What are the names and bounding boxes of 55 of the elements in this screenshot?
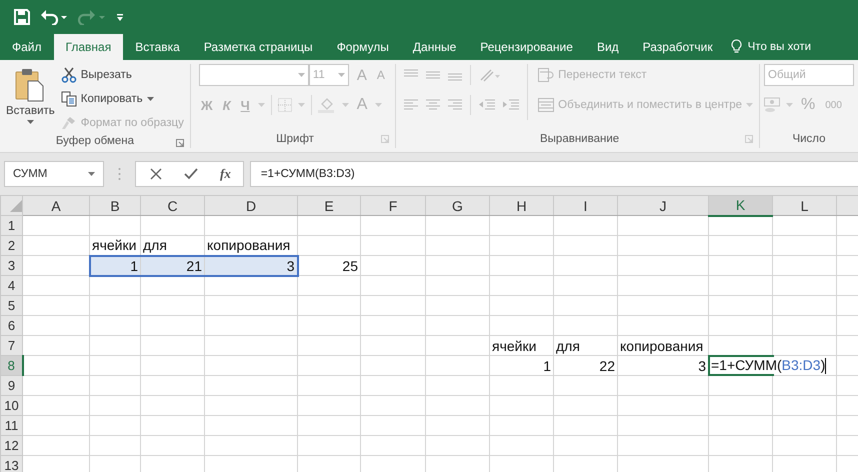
ribbon-tab[interactable]: Главная xyxy=(54,34,124,60)
cell-editor[interactable]: =1+СУММ(B3:D3) xyxy=(711,357,826,374)
row-header[interactable]: 6 xyxy=(0,316,22,336)
insert-function-button[interactable]: fx xyxy=(220,166,231,182)
row-header[interactable]: 8 xyxy=(0,356,22,376)
column-header[interactable]: C xyxy=(140,196,204,216)
ribbon-tab[interactable]: Разработчик xyxy=(630,34,725,60)
ribbon-tab[interactable]: Вставка xyxy=(123,34,192,60)
tell-me-text[interactable]: Что вы хоти xyxy=(748,34,812,60)
row-header[interactable]: 12 xyxy=(0,436,22,456)
column-header[interactable]: L xyxy=(772,196,836,216)
column-header[interactable]: D xyxy=(204,196,298,216)
formula-field[interactable]: =1+СУММ(B3:D3) xyxy=(250,161,858,187)
row-header[interactable]: 5 xyxy=(0,296,22,316)
ribbon-tab[interactable]: Разметка страницы xyxy=(192,34,325,60)
column-header[interactable]: A xyxy=(22,196,90,216)
paste-button[interactable]: Вставить xyxy=(4,64,57,134)
group-title: Выравнивание xyxy=(540,133,620,145)
column-header[interactable]: F xyxy=(360,196,426,216)
column-header[interactable]: E xyxy=(298,196,360,216)
group-title: Буфер обмена xyxy=(56,135,134,147)
ribbon-tab[interactable]: Вид xyxy=(584,34,631,60)
column-header[interactable]: G xyxy=(426,196,490,216)
table-cell: 1 xyxy=(90,256,140,276)
ribbon-tab[interactable]: Файл xyxy=(0,34,54,60)
row-header[interactable]: 9 xyxy=(0,376,22,396)
row-header[interactable]: 7 xyxy=(0,336,22,356)
table-cell: для xyxy=(554,336,618,356)
row-header[interactable]: 1 xyxy=(0,216,22,236)
row-header[interactable]: 13 xyxy=(0,456,22,472)
ribbon-tab[interactable]: Данные xyxy=(400,34,468,60)
ribbon-tab[interactable]: Формулы xyxy=(324,34,401,60)
column-header[interactable]: J xyxy=(618,196,708,216)
row-header[interactable]: 11 xyxy=(0,416,22,436)
row-header[interactable]: 10 xyxy=(0,396,22,416)
table-cell: 21 xyxy=(140,256,204,276)
group-title: Число xyxy=(792,133,826,145)
row-header[interactable]: 2 xyxy=(0,236,22,256)
table-cell: копирования xyxy=(618,336,708,356)
row-header[interactable]: 3 xyxy=(0,256,22,276)
ribbon-tab[interactable]: Рецензирование xyxy=(468,34,585,60)
table-cell: ячейки xyxy=(490,336,554,356)
table-cell: 22 xyxy=(554,356,618,376)
name-box[interactable]: СУММ xyxy=(4,161,104,187)
group-title: Шрифт xyxy=(276,133,314,145)
table-cell: 25 xyxy=(298,256,360,276)
column-header[interactable]: B xyxy=(90,196,140,216)
column-header[interactable]: H xyxy=(490,196,554,216)
column-header[interactable]: K xyxy=(708,196,772,216)
copy-button[interactable]: Копировать xyxy=(58,88,186,110)
table-cell: 1 xyxy=(490,356,554,376)
cut-button[interactable]: Вырезать xyxy=(58,64,186,86)
column-header[interactable]: I xyxy=(554,196,618,216)
table-cell: 3 xyxy=(204,256,298,276)
row-header[interactable]: 4 xyxy=(0,276,22,296)
